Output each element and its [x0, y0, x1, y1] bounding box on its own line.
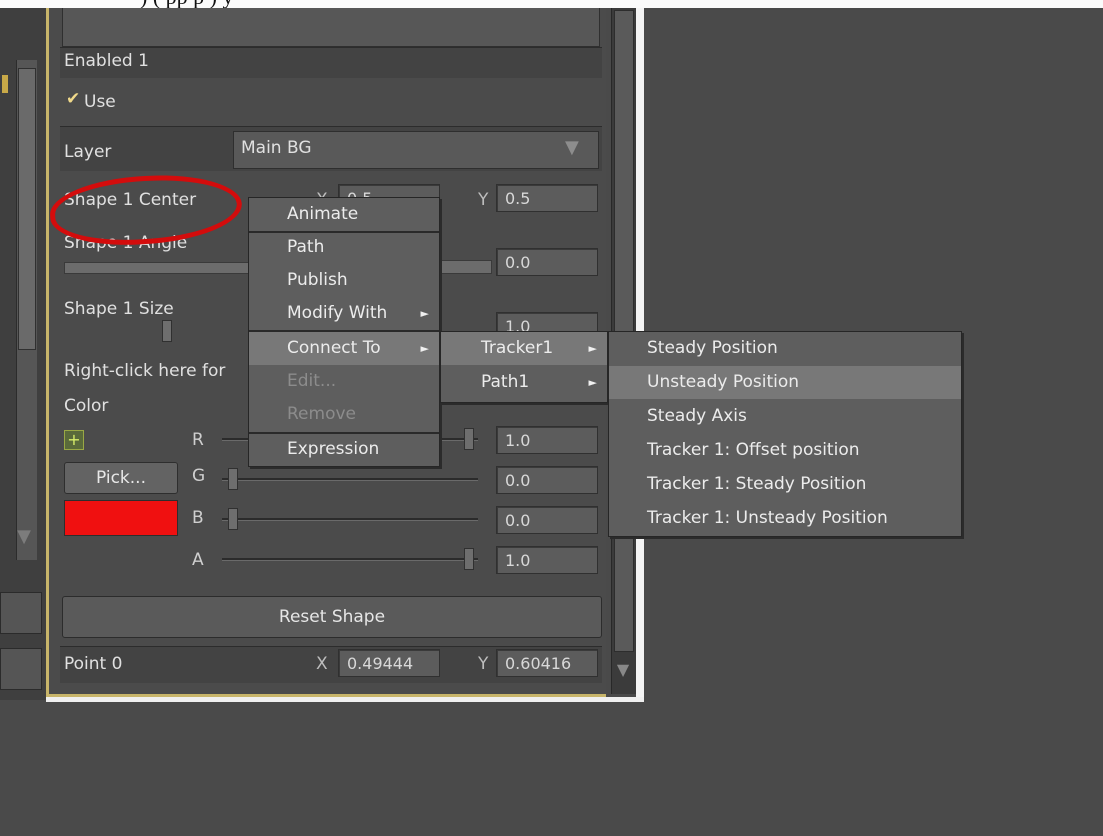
right-click-hint: Right-click here for: [64, 361, 226, 381]
menu-item-remove: Remove: [287, 404, 356, 424]
checkmark-icon: ✔: [66, 89, 81, 109]
menu-item-connect-to[interactable]: Connect To ►: [249, 332, 439, 365]
g-slider-handle[interactable]: [228, 468, 238, 490]
menu-item-label: Path1: [481, 372, 530, 392]
left-panel-marker: [2, 75, 8, 93]
point-label: Point 0: [64, 654, 123, 674]
shape-center-y-label: Y: [478, 190, 489, 210]
angle-dial-left[interactable]: [64, 262, 266, 274]
r-slider-handle[interactable]: [464, 428, 474, 450]
menu-item-animate[interactable]: Animate: [249, 198, 439, 231]
color-swatch[interactable]: [64, 500, 178, 536]
b-channel-slider[interactable]: [222, 518, 478, 521]
menu-item-steady-axis[interactable]: Steady Axis: [609, 400, 961, 433]
left-scrollbar-thumb[interactable]: [18, 68, 36, 350]
menu-item-path[interactable]: Path: [249, 231, 439, 264]
point-x-label: X: [316, 654, 328, 674]
menu-item-publish[interactable]: Publish: [249, 264, 439, 297]
layer-label: Layer: [64, 142, 112, 162]
color-label: Color: [64, 396, 109, 416]
menu-item-label: Tracker1: [481, 338, 554, 358]
submenu-arrow-icon: ►: [588, 342, 597, 355]
g-channel-slider[interactable]: [222, 478, 478, 481]
tracker-submenu: Steady Position Unsteady Position Steady…: [608, 331, 962, 537]
pick-button[interactable]: Pick...: [64, 462, 178, 494]
left-cropped-field: [0, 648, 42, 690]
b-channel-label: B: [192, 508, 204, 528]
a-channel-slider[interactable]: [222, 558, 478, 561]
scroll-down-icon[interactable]: ▼: [611, 660, 635, 688]
g-channel-label: G: [192, 466, 206, 486]
point-x-field[interactable]: 0.49444: [338, 649, 440, 677]
menu-item-tracker1-offset-position[interactable]: Tracker 1: Offset position: [609, 434, 961, 467]
shape-angle-field[interactable]: 0.0: [496, 248, 598, 276]
menu-item-steady-position[interactable]: Steady Position: [609, 332, 961, 365]
submenu-arrow-icon: ►: [420, 307, 429, 320]
menu-item-label: Modify With: [287, 303, 388, 323]
g-channel-field[interactable]: 0.0: [496, 466, 598, 494]
shape-size-label: Shape 1 Size: [64, 299, 174, 319]
context-menu: Animate Path Publish Modify With ► Conne…: [248, 197, 440, 467]
point-y-field[interactable]: 0.60416: [496, 649, 598, 677]
b-slider-handle[interactable]: [228, 508, 238, 530]
cropped-caption-text: ) ( pp p ) y: [140, 0, 233, 8]
panel-bottom-edge: [46, 697, 644, 702]
r-channel-field[interactable]: 1.0: [496, 426, 598, 454]
top-cropped-caption: ) ( pp p ) y: [0, 0, 1103, 8]
layer-dropdown-value: Main BG: [241, 138, 312, 158]
use-label: Use: [84, 92, 116, 112]
top-cropped-field: [62, 8, 600, 47]
menu-item-tracker1-unsteady-position[interactable]: Tracker 1: Unsteady Position: [609, 502, 961, 535]
point-y-label: Y: [478, 654, 489, 674]
menu-item-label: Connect To: [287, 338, 381, 358]
reset-shape-button[interactable]: Reset Shape: [62, 596, 602, 638]
menu-item-tracker1[interactable]: Tracker1 ►: [441, 332, 607, 365]
submenu-arrow-icon: ►: [420, 342, 429, 355]
menu-item-unsteady-position[interactable]: Unsteady Position: [609, 366, 961, 399]
b-channel-field[interactable]: 0.0: [496, 506, 598, 534]
a-slider-handle[interactable]: [464, 548, 474, 570]
left-scroll-down-icon[interactable]: ▼: [14, 526, 34, 548]
r-channel-label: R: [192, 430, 204, 450]
a-channel-label: A: [192, 550, 204, 570]
shape-center-y-field[interactable]: 0.5: [496, 184, 598, 212]
chevron-down-icon[interactable]: ▼: [565, 137, 579, 158]
connect-to-submenu: Tracker1 ► Path1 ►: [440, 331, 608, 403]
size-slider-handle[interactable]: [162, 320, 172, 342]
menu-item-expression[interactable]: Expression: [249, 433, 439, 466]
menu-item-modify-with[interactable]: Modify With ►: [249, 297, 439, 330]
enabled-label: Enabled 1: [64, 51, 149, 71]
menu-item-path1[interactable]: Path1 ►: [441, 366, 607, 399]
menu-item-tracker1-steady-position[interactable]: Tracker 1: Steady Position: [609, 468, 961, 501]
plus-icon[interactable]: +: [64, 430, 84, 450]
submenu-arrow-icon: ►: [588, 376, 597, 389]
menu-item-edit: Edit...: [287, 371, 337, 391]
left-cropped-field: [0, 592, 42, 634]
a-channel-field[interactable]: 1.0: [496, 546, 598, 574]
use-checkbox[interactable]: [60, 84, 602, 118]
